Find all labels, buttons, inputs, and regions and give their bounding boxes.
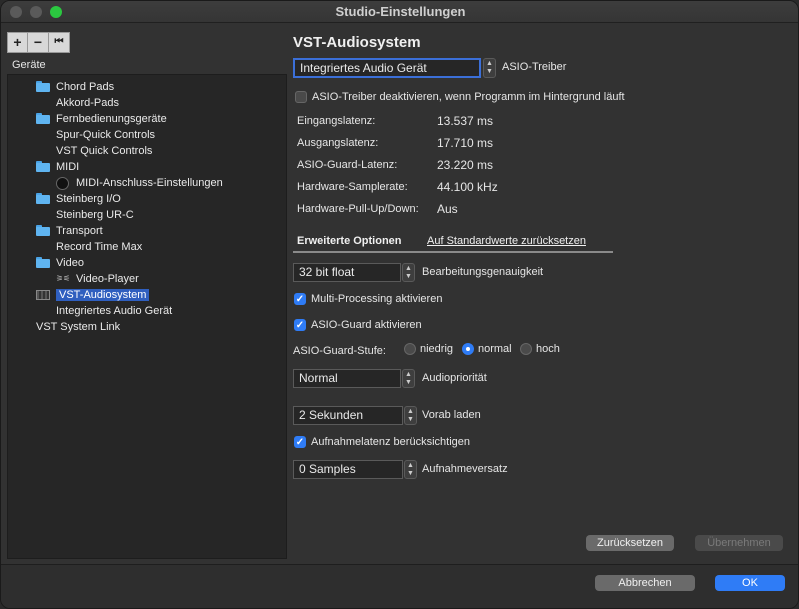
tab-advanced-options[interactable]: Erweiterte Optionen: [297, 235, 402, 247]
radio-niedrig[interactable]: [404, 343, 416, 355]
video-icon: ⚞⚟: [56, 274, 71, 283]
tree-item-steinberg-ur-c[interactable]: Steinberg UR-C: [56, 207, 134, 223]
tree-item-label: Video: [56, 257, 84, 269]
reset-button[interactable]: Zurücksetzen: [586, 535, 674, 551]
tree-item-midi[interactable]: MIDI: [36, 159, 79, 175]
tree-item-label: MIDI-Anschluss-Einstellungen: [76, 177, 223, 189]
tree-item-spur-quick-controls[interactable]: Spur-Quick Controls: [56, 127, 155, 143]
device-tree: Chord Pads Akkord-Pads Fernbedienungsger…: [7, 74, 287, 559]
tree-item-video[interactable]: Video: [36, 255, 84, 271]
ok-button[interactable]: OK: [715, 575, 785, 591]
precision-label: Bearbeitungsgenauigkeit: [422, 266, 544, 278]
tree-item-integriertes-audio[interactable]: Integriertes Audio Gerät: [56, 303, 172, 319]
tree-item-record-time-max[interactable]: Record Time Max: [56, 239, 142, 255]
window-title: Studio-Einstellungen: [335, 4, 466, 19]
device-toolbar: + − ⏮: [7, 32, 70, 53]
remove-device-button[interactable]: −: [28, 32, 49, 53]
chevron-updown-icon[interactable]: ▲ ▼: [402, 263, 415, 282]
cancel-button[interactable]: Abbrechen: [595, 575, 695, 591]
chevron-updown-icon[interactable]: ▲ ▼: [404, 460, 417, 479]
record-latency-label: Aufnahmelatenz berücksichtigen: [311, 436, 470, 448]
audio-priority-select[interactable]: Normal: [293, 369, 401, 388]
tree-item-steinberg-io[interactable]: Steinberg I/O: [36, 191, 121, 207]
asio-guard-checkbox[interactable]: ✓: [294, 319, 306, 331]
asio-driver-label: ASIO-Treiber: [502, 61, 567, 73]
devices-label: Geräte: [12, 59, 46, 71]
tree-item-midi-anschluss[interactable]: MIDI-Anschluss-Einstellungen: [56, 175, 223, 191]
chevron-updown-icon[interactable]: ▲ ▼: [404, 406, 417, 425]
apply-button[interactable]: Übernehmen: [695, 535, 783, 551]
reset-defaults-link[interactable]: Auf Standardwerte zurücksetzen: [427, 235, 586, 247]
folder-icon: [36, 257, 50, 268]
record-latency-checkbox[interactable]: ✓: [294, 436, 306, 448]
asio-guard-latency-label: ASIO-Guard-Latenz:: [297, 159, 398, 171]
input-latency-label: Eingangslatenz:: [297, 115, 376, 127]
tree-item-label: Video-Player: [76, 273, 139, 285]
page-title: VST-Audiosystem: [293, 34, 421, 51]
precision-select[interactable]: 32 bit float: [293, 263, 401, 282]
radio-niedrig-label: niedrig: [420, 343, 454, 355]
asio-guard-label: ASIO-Guard aktivieren: [311, 319, 422, 331]
folder-icon: [36, 193, 50, 204]
chevron-updown-icon[interactable]: ▲ ▼: [483, 58, 496, 78]
radio-normal[interactable]: [462, 343, 474, 355]
tree-item-label: Fernbedienungsgeräte: [56, 113, 167, 125]
title-bar: Studio-Einstellungen: [1, 1, 798, 23]
tree-item-label: MIDI: [56, 161, 80, 173]
tree-item-vst-audiosystem[interactable]: VST-Audiosystem: [36, 287, 150, 303]
tree-item-label: Transport: [56, 225, 103, 237]
multiprocessing-label: Multi-Processing aktivieren: [311, 293, 443, 305]
tree-item-vst-system-link[interactable]: VST System Link: [36, 319, 120, 335]
folder-icon: [36, 113, 50, 124]
asio-guard-level-label: ASIO-Guard-Stufe:: [293, 345, 386, 357]
tab-divider: [293, 251, 613, 253]
tree-item-video-player[interactable]: ⚞⚟ Video-Player: [56, 271, 139, 287]
midi-port-icon: [56, 177, 69, 190]
multiprocessing-checkbox[interactable]: ✓: [294, 293, 306, 305]
audio-priority-label: Audiopriorität: [422, 372, 487, 384]
audio-system-icon: [36, 290, 50, 300]
hardware-pullup-label: Hardware-Pull-Up/Down:: [297, 203, 419, 215]
radio-hoch-label: hoch: [536, 343, 560, 355]
asio-driver-select[interactable]: Integriertes Audio Gerät: [293, 58, 481, 78]
tree-item-akkord-pads[interactable]: Akkord-Pads: [56, 95, 119, 111]
dialog-footer: Abbrechen OK: [1, 565, 798, 608]
tree-item-label: Chord Pads: [56, 81, 115, 93]
tree-item-chord-pads[interactable]: Chord Pads: [36, 79, 114, 95]
settings-window: Studio-Einstellungen + − ⏮ Geräte Chord …: [0, 0, 799, 609]
deactivate-driver-label: ASIO-Treiber deaktivieren, wenn Programm…: [312, 91, 625, 103]
input-latency-value: 13.537 ms: [437, 114, 494, 128]
output-latency-value: 17.710 ms: [437, 136, 494, 150]
preload-select[interactable]: 2 Sekunden: [293, 406, 403, 425]
folder-icon: [36, 81, 50, 92]
record-offset-label: Aufnahmeversatz: [422, 463, 508, 475]
chevron-updown-icon[interactable]: ▲ ▼: [402, 369, 415, 388]
tree-item-fernbedienungsgeraete[interactable]: Fernbedienungsgeräte: [36, 111, 167, 127]
deactivate-driver-checkbox[interactable]: [295, 91, 307, 103]
radio-normal-label: normal: [478, 343, 512, 355]
tree-item-label: Steinberg I/O: [56, 193, 121, 205]
radio-hoch[interactable]: [520, 343, 532, 355]
preload-label: Vorab laden: [422, 409, 481, 421]
output-latency-label: Ausgangslatenz:: [297, 137, 379, 149]
add-device-button[interactable]: +: [7, 32, 28, 53]
folder-icon: [36, 225, 50, 236]
asio-guard-latency-value: 23.220 ms: [437, 158, 494, 172]
tree-item-transport[interactable]: Transport: [36, 223, 103, 239]
tree-item-vst-quick-controls[interactable]: VST Quick Controls: [56, 143, 152, 159]
record-offset-stepper[interactable]: 0 Samples: [293, 460, 403, 479]
folder-icon: [36, 161, 50, 172]
hardware-samplerate-value: 44.100 kHz: [437, 180, 498, 194]
hardware-samplerate-label: Hardware-Samplerate:: [297, 181, 408, 193]
tree-item-label: VST-Audiosystem: [56, 289, 150, 301]
hardware-pullup-value: Aus: [437, 202, 458, 216]
reset-device-button[interactable]: ⏮: [49, 32, 70, 53]
